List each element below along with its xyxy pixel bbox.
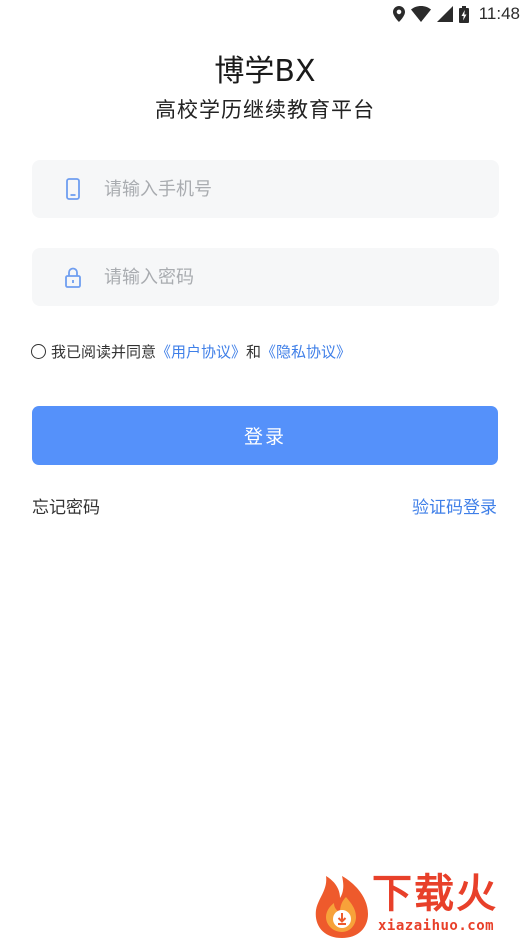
lock-icon <box>62 266 84 288</box>
sms-login-link[interactable]: 验证码登录 <box>412 493 497 518</box>
user-agreement-link[interactable]: 《用户协议》 <box>156 341 246 362</box>
agreement-conjunction: 和 <box>246 343 262 361</box>
status-bar: 11:48 <box>0 0 530 28</box>
watermark-url: xiazaihuo.com <box>378 918 495 934</box>
forgot-password-link[interactable]: 忘记密码 <box>32 493 100 518</box>
location-icon <box>392 6 405 22</box>
app-title: 博学BX <box>214 54 316 89</box>
watermark: 下载火 xiazaihuo.com <box>312 870 527 940</box>
password-field[interactable] <box>32 248 499 306</box>
app-subtitle: 高校学历继续教育平台 <box>155 98 375 122</box>
privacy-policy-link[interactable]: 《隐私协议》 <box>261 341 351 362</box>
password-input[interactable] <box>104 266 464 288</box>
agreement-row: 我已阅读并同意 《用户协议》 和 《隐私协议》 <box>31 341 351 362</box>
phone-icon <box>62 178 84 200</box>
flame-logo-icon <box>312 870 372 942</box>
status-time: 11:48 <box>478 4 520 23</box>
agreement-radio[interactable] <box>31 344 46 359</box>
battery-charging-icon <box>458 5 469 23</box>
watermark-brand: 下载火 <box>372 871 498 917</box>
cellular-signal-icon <box>436 6 453 22</box>
wifi-icon <box>410 6 431 22</box>
agreement-prefix: 我已阅读并同意 <box>51 343 157 361</box>
phone-field[interactable] <box>32 160 499 218</box>
phone-input[interactable] <box>104 178 464 200</box>
login-button[interactable]: 登录 <box>32 406 498 465</box>
